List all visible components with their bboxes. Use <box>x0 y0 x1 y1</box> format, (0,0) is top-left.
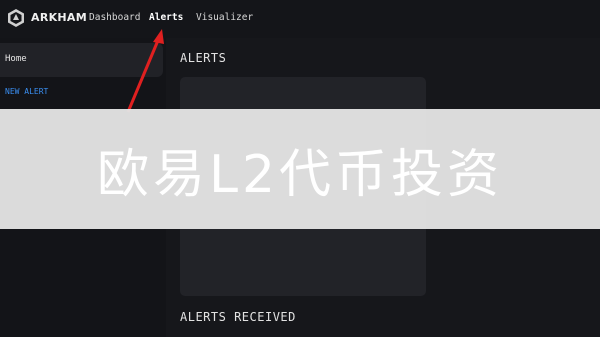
alerts-received-title: ALERTS RECEIVED <box>180 310 296 324</box>
sidebar-item-home[interactable]: Home <box>0 43 163 77</box>
sidebar-item-home-label: Home <box>5 54 27 64</box>
nav-dashboard[interactable]: Dashboard <box>89 12 140 23</box>
overlay-banner: 欧易L2代币投资 <box>0 109 600 229</box>
nav-visualizer[interactable]: Visualizer <box>196 12 253 23</box>
overlay-banner-text: 欧易L2代币投资 <box>96 144 504 205</box>
top-navigation-bar: ARKHAM Dashboard Alerts Visualizer <box>0 0 600 38</box>
new-alert-link[interactable]: NEW ALERT <box>5 87 48 96</box>
brand-name[interactable]: ARKHAM <box>31 11 87 24</box>
arkham-logo-icon[interactable] <box>6 8 26 28</box>
app-window: ARKHAM Dashboard Alerts Visualizer Home … <box>0 0 600 337</box>
alerts-section-title: ALERTS <box>180 51 227 65</box>
nav-alerts[interactable]: Alerts <box>149 12 183 23</box>
